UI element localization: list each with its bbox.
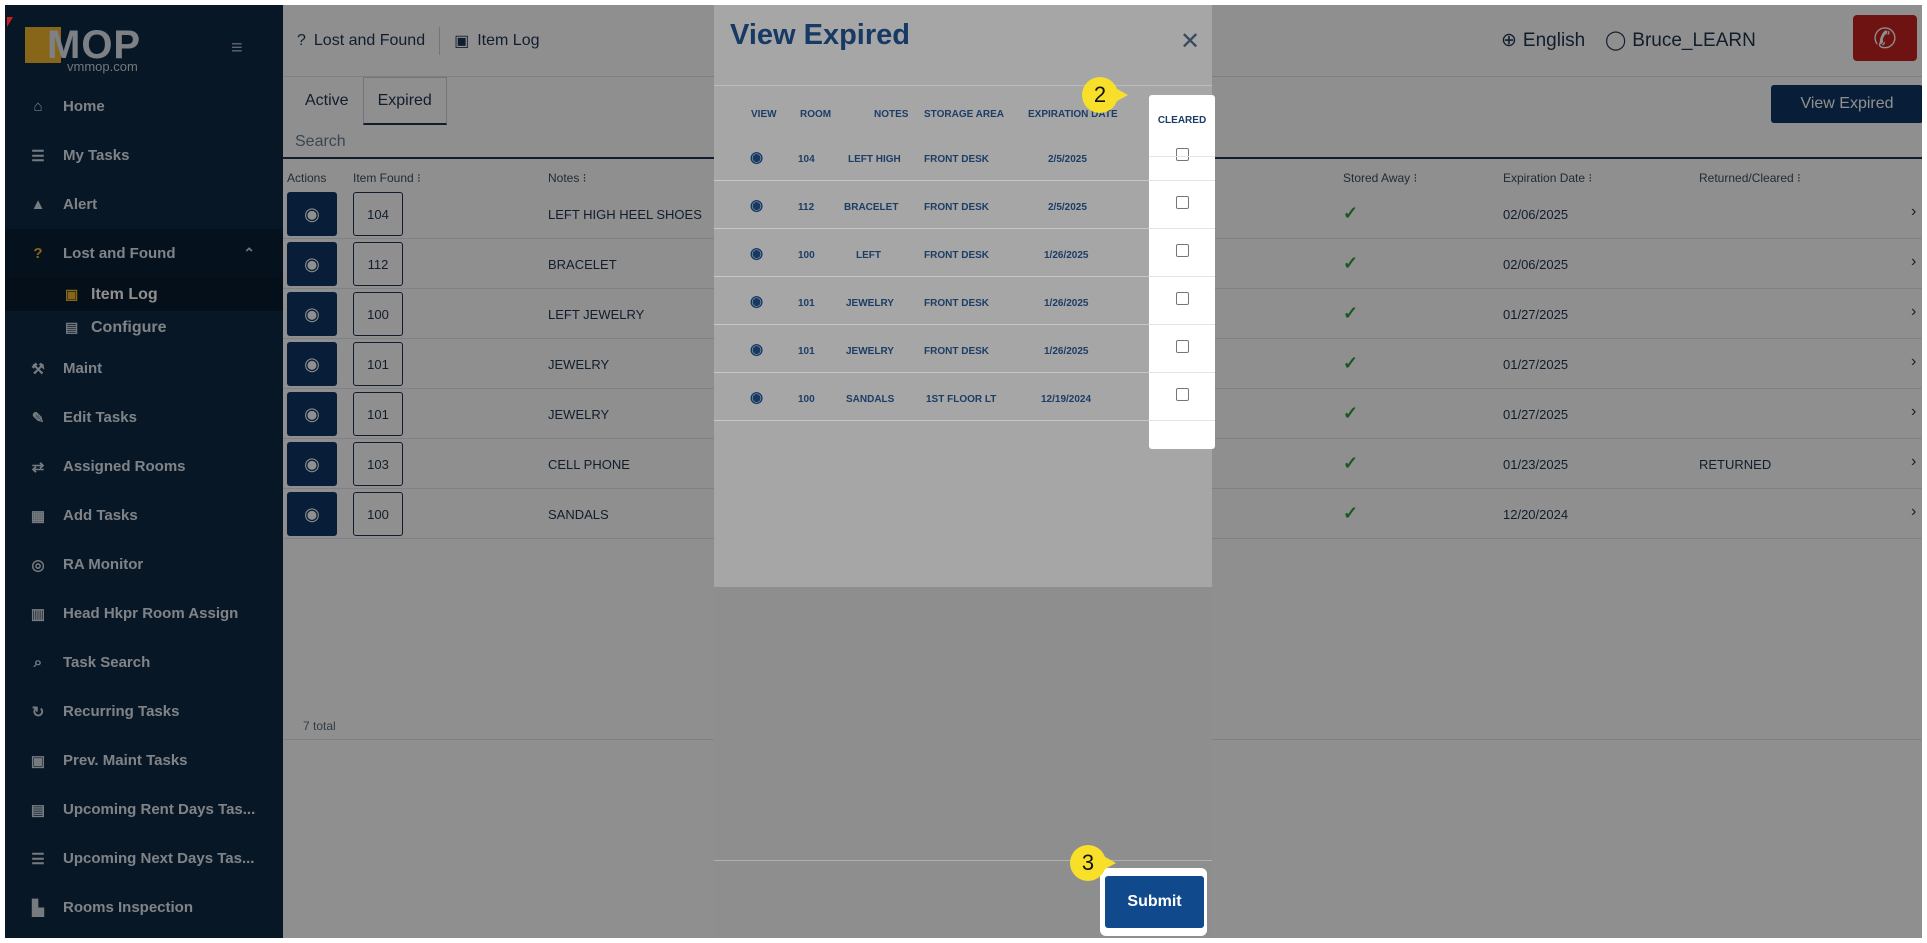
notes-cell: LEFT bbox=[856, 250, 881, 261]
notes-cell: BRACELET bbox=[844, 202, 899, 213]
modal-title: View Expired bbox=[730, 19, 910, 51]
room-cell: 101 bbox=[798, 346, 815, 357]
modal-footer-divider bbox=[714, 860, 1212, 861]
eye-icon[interactable]: ◉ bbox=[750, 292, 763, 310]
divider bbox=[1149, 156, 1215, 157]
eye-icon[interactable]: ◉ bbox=[750, 196, 763, 214]
expired-row: ◉ 101 JEWELRY FRONT DESK 1/26/2025 bbox=[714, 277, 1212, 325]
expiration-cell: 1/26/2025 bbox=[1044, 346, 1089, 357]
expiration-cell: 12/19/2024 bbox=[1041, 394, 1092, 405]
cleared-checkbox[interactable] bbox=[1176, 292, 1189, 305]
storage-cell: FRONT DESK bbox=[924, 202, 989, 213]
divider bbox=[1149, 420, 1215, 421]
notes-cell: JEWELRY bbox=[846, 298, 894, 309]
col-room: ROOM bbox=[800, 109, 832, 120]
divider bbox=[1149, 228, 1215, 229]
storage-cell: 1ST FLOOR LT bbox=[926, 394, 997, 405]
callout-number: 2 bbox=[1082, 77, 1118, 113]
storage-cell: FRONT DESK bbox=[924, 298, 989, 309]
cleared-checkbox[interactable] bbox=[1176, 148, 1189, 161]
room-cell: 104 bbox=[798, 154, 815, 165]
cleared-checkbox[interactable] bbox=[1176, 196, 1189, 209]
col-cleared: CLEARED bbox=[1157, 115, 1207, 126]
expired-row: ◉ 112 BRACELET FRONT DESK 2/5/2025 bbox=[714, 181, 1212, 229]
cleared-checkbox[interactable] bbox=[1176, 388, 1189, 401]
expiration-cell: 2/5/2025 bbox=[1048, 154, 1087, 165]
step-callout-3: 3 bbox=[1070, 845, 1116, 881]
notes-cell: SANDALS bbox=[846, 394, 895, 405]
notes-cell: JEWELRY bbox=[846, 346, 894, 357]
divider bbox=[1149, 372, 1215, 373]
col-view: VIEW bbox=[751, 109, 777, 120]
expired-row: ◉ 100 SANDALS 1ST FLOOR LT 12/19/2024 bbox=[714, 373, 1212, 421]
app-window: MOP vmmop.com ≡ ⌂ Home ☰ My Tasks ▲ Alert ?… bbox=[5, 5, 1922, 938]
room-cell: 112 bbox=[798, 202, 815, 213]
cleared-column-highlight: CLEARED bbox=[1149, 95, 1215, 449]
cleared-checkbox[interactable] bbox=[1176, 340, 1189, 353]
storage-cell: FRONT DESK bbox=[924, 346, 989, 357]
eye-icon[interactable]: ◉ bbox=[750, 340, 763, 358]
storage-cell: FRONT DESK bbox=[924, 250, 989, 261]
expiration-cell: 1/26/2025 bbox=[1044, 298, 1089, 309]
room-cell: 100 bbox=[798, 250, 815, 261]
col-notes: NOTES bbox=[874, 109, 909, 120]
mouse-cursor bbox=[7, 17, 13, 27]
eye-icon[interactable]: ◉ bbox=[750, 388, 763, 406]
divider bbox=[714, 85, 1212, 86]
storage-cell: FRONT DESK bbox=[924, 154, 989, 165]
col-storage-area: STORAGE AREA bbox=[924, 109, 1005, 120]
cleared-checkbox[interactable] bbox=[1176, 244, 1189, 257]
step-callout-2: 2 bbox=[1082, 77, 1128, 113]
divider bbox=[1149, 180, 1215, 181]
submit-highlight: Submit bbox=[1100, 868, 1207, 936]
callout-number: 3 bbox=[1070, 845, 1106, 881]
expired-row: ◉ 104 LEFT HIGH FRONT DESK 2/5/2025 bbox=[714, 133, 1212, 181]
room-cell: 100 bbox=[798, 394, 815, 405]
divider bbox=[1149, 276, 1215, 277]
divider bbox=[1149, 324, 1215, 325]
eye-icon[interactable]: ◉ bbox=[750, 244, 763, 262]
room-cell: 101 bbox=[798, 298, 815, 309]
expired-row: ◉ 100 LEFT FRONT DESK 1/26/2025 bbox=[714, 229, 1212, 277]
submit-button[interactable]: Submit bbox=[1105, 876, 1204, 928]
expired-row: ◉ 101 JEWELRY FRONT DESK 1/26/2025 bbox=[714, 325, 1212, 373]
notes-cell: LEFT HIGH bbox=[848, 154, 901, 165]
expiration-cell: 2/5/2025 bbox=[1048, 202, 1087, 213]
eye-icon[interactable]: ◉ bbox=[750, 148, 763, 166]
close-icon[interactable]: ✕ bbox=[1180, 27, 1200, 56]
expiration-cell: 1/26/2025 bbox=[1044, 250, 1089, 261]
view-expired-modal: View Expired ✕ VIEW ROOM NOTES STORAGE A… bbox=[714, 5, 1212, 938]
